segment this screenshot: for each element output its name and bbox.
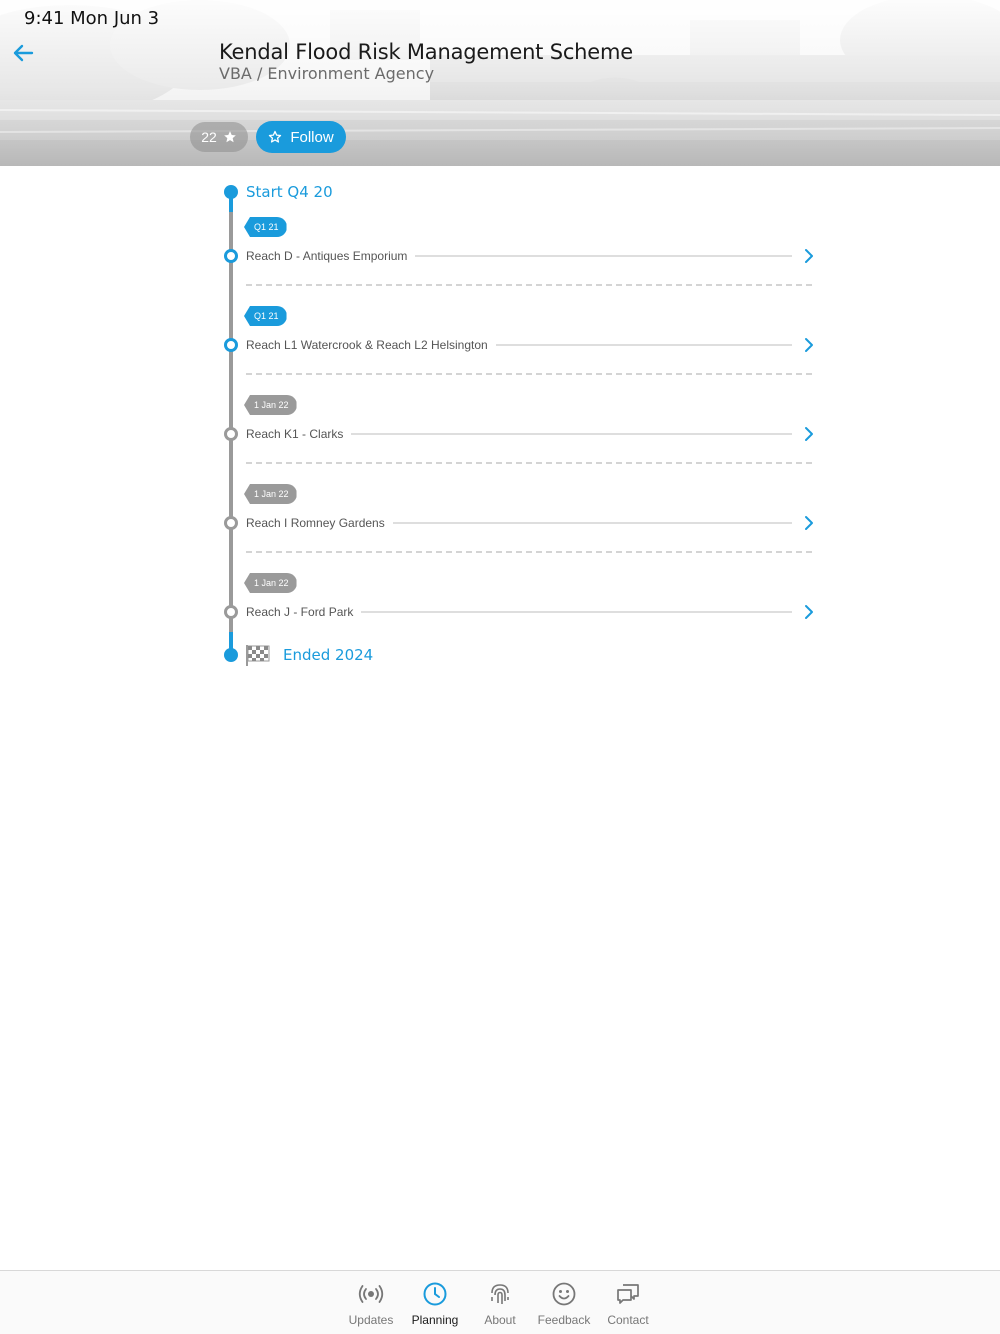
clock-icon <box>421 1281 449 1307</box>
timeline-item-label: Reach K1 - Clarks <box>246 427 344 441</box>
timeline-item-rule <box>415 255 792 257</box>
star-outline-icon <box>269 130 282 143</box>
broadcast-icon <box>357 1281 385 1307</box>
checkered-flag-icon <box>246 645 270 666</box>
divider <box>246 284 812 286</box>
timeline-item-row[interactable]: Reach L1 Watercrook & Reach L2 Helsingto… <box>246 336 816 354</box>
star-filled-icon <box>223 131 236 143</box>
timeline-start-label: Start Q4 20 <box>246 183 333 201</box>
header: 9:41 Mon Jun 3 Kendal Flood Risk Managem… <box>0 0 1000 166</box>
divider <box>246 462 812 464</box>
timeline-item-rule <box>351 433 792 435</box>
divider <box>246 551 812 553</box>
tab-label: Planning <box>411 1313 459 1327</box>
tab-contact[interactable]: Contact <box>596 1281 660 1331</box>
timeline-item: 1 Jan 22 Reach K1 - Clarks <box>0 395 1000 484</box>
timeline-item-label: Reach D - Antiques Emporium <box>246 249 408 263</box>
tab-label: Feedback <box>537 1313 591 1327</box>
timeline-start-dot <box>224 185 238 199</box>
timeline-node <box>224 427 238 441</box>
timeline-item-rule <box>495 344 792 346</box>
page-title: Kendal Flood Risk Management Scheme <box>219 40 633 64</box>
divider <box>246 373 812 375</box>
timeline-node <box>224 249 238 263</box>
tab-label: Updates <box>348 1313 394 1327</box>
back-arrow-icon <box>13 44 34 62</box>
tab-planning[interactable]: Planning <box>403 1281 467 1331</box>
timeline-item: 1 Jan 22 Reach I Romney Gardens <box>0 484 1000 573</box>
timeline-date-tag: 1 Jan 22 <box>244 395 297 415</box>
back-button[interactable] <box>8 38 38 68</box>
tab-label: About <box>484 1313 516 1327</box>
timeline-item-rule <box>392 522 792 524</box>
star-count-badge: 22 <box>190 122 248 152</box>
chat-icon <box>614 1281 642 1307</box>
timeline-item: 1 Jan 22 Reach J - Ford Park <box>0 573 1000 662</box>
timeline-item-row[interactable]: Reach I Romney Gardens <box>246 514 816 532</box>
tab-about[interactable]: About <box>468 1281 532 1331</box>
timeline-item-row[interactable]: Reach D - Antiques Emporium <box>246 247 816 265</box>
timeline-end-dot <box>224 648 238 662</box>
planning-timeline: Start Q4 20 Q1 21 Reach D - Antiques Emp… <box>0 166 1000 686</box>
timeline-date-tag: Q1 21 <box>244 217 287 237</box>
timeline-date-tag: 1 Jan 22 <box>244 484 297 504</box>
timeline-item-rule <box>361 611 792 613</box>
timeline-end-label: Ended 2024 <box>283 646 374 664</box>
tab-label: Contact <box>607 1313 649 1327</box>
follow-button[interactable]: Follow <box>256 121 346 153</box>
timeline-item-label: Reach I Romney Gardens <box>246 516 385 530</box>
chevron-right-icon <box>802 515 816 531</box>
timeline-item: Q1 21 Reach L1 Watercrook & Reach L2 Hel… <box>0 306 1000 395</box>
chevron-right-icon <box>802 248 816 264</box>
follow-label: Follow <box>290 128 334 146</box>
timeline-item: Q1 21 Reach D - Antiques Emporium <box>0 217 1000 306</box>
tab-bar: Updates Planning About Feedback Contact <box>0 1270 1000 1334</box>
chevron-right-icon <box>802 604 816 620</box>
timeline-node <box>224 605 238 619</box>
timeline-item-label: Reach L1 Watercrook & Reach L2 Helsingto… <box>246 338 488 352</box>
timeline-node <box>224 338 238 352</box>
chevron-right-icon <box>802 426 816 442</box>
star-count-value: 22 <box>201 129 217 145</box>
timeline-date-tag: Q1 21 <box>244 306 287 326</box>
timeline-item-row[interactable]: Reach K1 - Clarks <box>246 425 816 443</box>
page-subtitle: VBA / Environment Agency <box>219 64 435 83</box>
timeline-item-label: Reach J - Ford Park <box>246 605 354 619</box>
timeline-item-row[interactable]: Reach J - Ford Park <box>246 603 816 621</box>
tab-feedback[interactable]: Feedback <box>532 1281 596 1331</box>
status-bar-time: 9:41 Mon Jun 3 <box>24 8 160 29</box>
timeline-node <box>224 516 238 530</box>
fingerprint-icon <box>486 1281 514 1307</box>
tab-updates[interactable]: Updates <box>339 1281 403 1331</box>
timeline-date-tag: 1 Jan 22 <box>244 573 297 593</box>
smiley-icon <box>550 1281 578 1307</box>
chevron-right-icon <box>802 337 816 353</box>
